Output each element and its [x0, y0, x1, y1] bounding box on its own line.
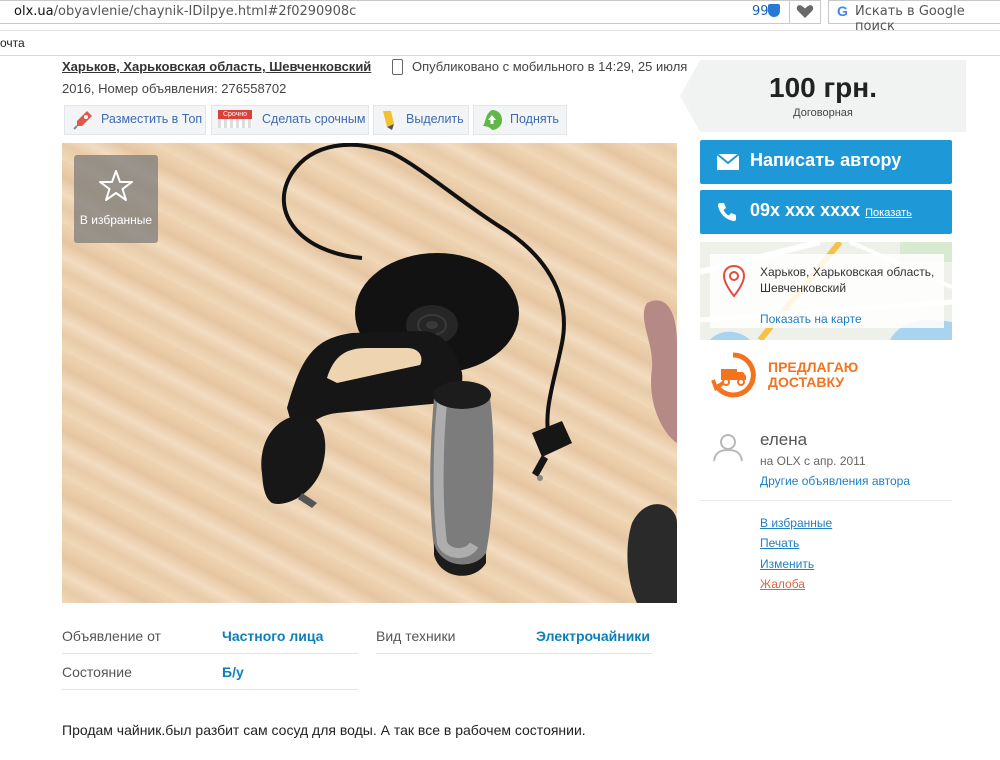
published-date: Опубликовано с мобильного в 14:29, 25 ию…: [412, 59, 688, 74]
phone-number: 09x xxx xxxx Показать: [750, 200, 912, 221]
search-input[interactable]: G Искать в Google поиск: [828, 0, 1000, 34]
map-pin-icon: [722, 264, 746, 298]
make-urgent-button[interactable]: Срочно Сделать срочным: [211, 105, 369, 135]
ad-number: 2016, Номер объявления: 276558702: [62, 81, 287, 96]
raise-label: Поднять: [510, 112, 559, 126]
user-avatar-icon: [713, 434, 743, 462]
tech-type-label: Вид техники: [376, 628, 456, 644]
phone-masked: 09x xxx xxxx: [750, 200, 861, 220]
google-icon: G: [837, 3, 848, 19]
delivery-line-1: ПРЕДЛАГАЮ: [768, 359, 859, 375]
print-link[interactable]: Печать: [760, 536, 799, 550]
divider: [62, 689, 358, 690]
price-negotiable: Договорная: [793, 107, 853, 119]
highlight-button[interactable]: Выделить: [373, 105, 469, 135]
show-phone-link[interactable]: Показать: [865, 207, 912, 219]
tech-type-value[interactable]: Электрочайники: [536, 628, 650, 644]
price-box: 100 грн. Договорная: [680, 60, 966, 132]
promote-top-label: Разместить в Топ: [101, 112, 203, 126]
write-author-button[interactable]: Написать автору: [700, 140, 952, 184]
delivery-line-2: ДОСТАВКУ: [768, 374, 845, 390]
phone-icon: [717, 203, 736, 222]
favorite-label: В избранные: [79, 213, 153, 227]
delivery-offer: ПРЕДЛАГАЮ ДОСТАВКУ: [768, 360, 858, 390]
divider: [62, 653, 358, 654]
seller-since: на OLX с апр. 2011: [760, 454, 866, 468]
star-icon: [99, 170, 133, 201]
bookmark-item[interactable]: очта: [0, 36, 25, 50]
location-map[interactable]: Харьков, Харьковская область, Шевченковс…: [700, 242, 952, 340]
price-value: 100 грн.: [769, 72, 877, 103]
highlight-label: Выделить: [406, 112, 464, 126]
url-text: olx.ua/obyavlenie/chaynik-IDiIpye.html#2…: [14, 4, 356, 19]
up-arrow-icon: [483, 110, 502, 130]
urgent-stamp-icon: Срочно: [218, 110, 252, 128]
raise-button[interactable]: Поднять: [473, 105, 567, 135]
condition-label: Состояние: [62, 664, 132, 680]
adblock-counter[interactable]: 99: [752, 4, 769, 19]
seller-name: елена: [760, 430, 808, 449]
divider: [0, 55, 1000, 56]
url-path: /obyavlenie/chaynik-IDiIpye.html#2f02909…: [53, 4, 357, 19]
mobile-icon: [392, 59, 403, 75]
shield-icon[interactable]: [768, 4, 780, 17]
highlighter-icon: [383, 111, 394, 130]
show-phone-button[interactable]: 09x xxx xxxx Показать: [700, 190, 952, 234]
complaint-link[interactable]: Жалоба: [760, 577, 805, 591]
delivery-truck-icon: [711, 352, 756, 398]
promote-top-button[interactable]: Разместить в Топ: [64, 105, 206, 135]
bookmark-heart-button[interactable]: [789, 1, 820, 23]
ad-location[interactable]: Харьков, Харьковская область, Шевченковс…: [62, 59, 371, 74]
add-to-favorites-link[interactable]: В избранные: [760, 516, 832, 530]
heart-icon: [796, 5, 814, 18]
make-urgent-label: Сделать срочным: [262, 112, 366, 126]
divider: [0, 30, 1000, 31]
favorite-button[interactable]: В избранные: [74, 155, 158, 243]
other-ads-link[interactable]: Другие объявления автора: [760, 474, 910, 488]
map-address: Харьков, Харьковская область, Шевченковс…: [760, 265, 935, 295]
divider: [700, 500, 952, 501]
browser-toolbar: olx.ua/obyavlenie/chaynik-IDiIpye.html#2…: [0, 0, 1000, 56]
rocket-icon: [73, 111, 92, 130]
divider: [376, 653, 652, 654]
ad-description: Продам чайник.был разбит сам сосуд для в…: [62, 722, 586, 738]
show-on-map-link[interactable]: Показать на карте: [760, 312, 862, 326]
write-author-label: Написать автору: [750, 150, 902, 170]
map-info-card: Харьков, Харьковская область, Шевченковс…: [710, 254, 944, 328]
edit-link[interactable]: Изменить: [760, 557, 814, 571]
url-host: olx.ua: [14, 4, 54, 19]
condition-value[interactable]: Б/у: [222, 664, 244, 680]
offer-from-label: Объявление от: [62, 628, 161, 644]
urgent-stamp-text: Срочно: [218, 110, 252, 119]
address-bar[interactable]: olx.ua/obyavlenie/chaynik-IDiIpye.html#2…: [0, 0, 821, 24]
envelope-icon: [716, 153, 740, 170]
offer-from-value[interactable]: Частного лица: [222, 628, 323, 644]
